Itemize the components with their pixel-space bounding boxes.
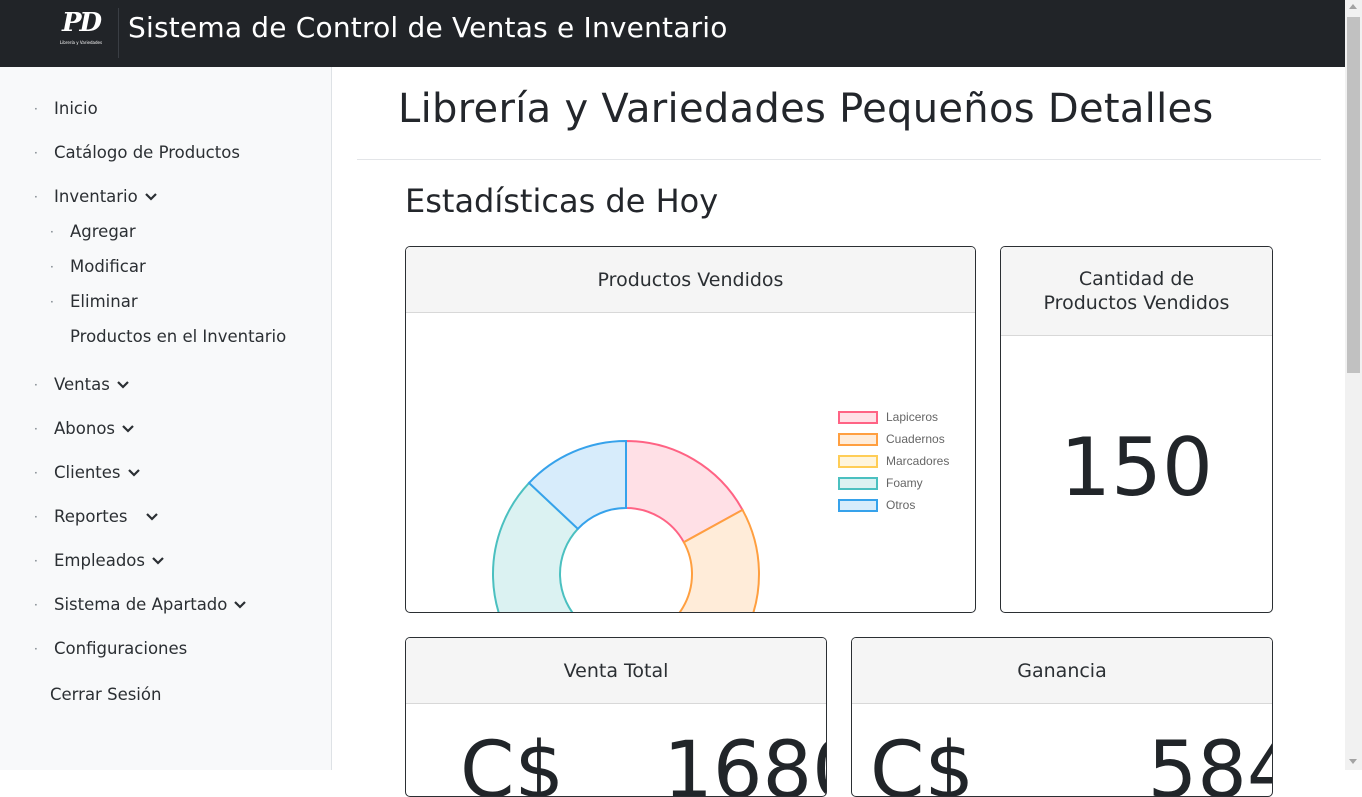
bullet-icon: · <box>50 225 54 239</box>
sidebar-item-label: Abonos <box>54 419 116 438</box>
card-header: Cantidad de Productos Vendidos <box>1001 247 1272 336</box>
legend-swatch <box>838 498 878 512</box>
chevron-down-icon <box>144 192 158 202</box>
sidebar: · Inicio · Catálogo de Productos · Inven… <box>0 67 332 770</box>
sidebar-item-label: Configuraciones <box>54 639 188 658</box>
card-header: Ganancia <box>852 638 1272 704</box>
legend-item-lapiceros[interactable]: Lapiceros <box>838 410 938 424</box>
legend-item-otros[interactable]: Otros <box>838 498 915 512</box>
bullet-icon: · <box>34 642 38 656</box>
bullet-icon: · <box>34 554 38 568</box>
sidebar-item-label: Catálogo de Productos <box>54 143 240 162</box>
profit-card: Ganancia C$ 584 <box>851 637 1273 797</box>
sidebar-subitem-eliminar[interactable]: · Eliminar <box>50 290 138 314</box>
legend-label: Otros <box>886 498 916 512</box>
bullet-icon: · <box>34 146 38 160</box>
sidebar-item-label: Reportes <box>54 507 128 526</box>
scroll-up-arrow-icon[interactable] <box>1349 4 1357 9</box>
bullet-icon: · <box>34 466 38 480</box>
legend-label: Foamy <box>886 476 923 490</box>
sidebar-subitem-modificar[interactable]: · Modificar <box>50 255 146 279</box>
bullet-icon: · <box>50 295 54 309</box>
card-header: Venta Total <box>406 638 826 704</box>
brand-logo[interactable]: PD Librería y Variedades <box>52 6 110 54</box>
quantity-card: Cantidad de Productos Vendidos 150 <box>1000 246 1273 613</box>
card-title: Ganancia <box>1017 659 1107 682</box>
legend-item-foamy[interactable]: Foamy <box>838 476 923 490</box>
legend-item-cuadernos[interactable]: Cuadernos <box>838 432 945 446</box>
chevron-down-icon <box>145 512 159 522</box>
quantity-value: 150 <box>1060 421 1213 514</box>
bullet-icon: · <box>50 260 54 274</box>
legend-swatch <box>838 410 878 424</box>
chevron-down-icon <box>151 556 165 566</box>
sidebar-item-label: Empleados <box>54 551 145 570</box>
sidebar-item-empleados[interactable]: · Empleados <box>34 549 165 573</box>
legend-swatch <box>838 432 878 446</box>
bullet-icon: · <box>34 598 38 612</box>
scroll-down-arrow-icon[interactable] <box>1349 759 1357 764</box>
sidebar-item-label: Agregar <box>70 222 136 241</box>
legend-swatch <box>838 454 878 468</box>
scroll-thumb[interactable] <box>1347 17 1360 373</box>
sidebar-subitem-agregar[interactable]: · Agregar <box>50 220 136 244</box>
chevron-down-icon <box>116 380 130 390</box>
logo-subtitle: Librería y Variedades <box>59 40 103 45</box>
title-divider <box>357 159 1321 160</box>
card-title-line2: Productos Vendidos <box>1043 292 1230 314</box>
bullet-icon: · <box>34 378 38 392</box>
card-title: Productos Vendidos <box>597 268 784 291</box>
chevron-down-icon <box>121 424 135 434</box>
sidebar-item-catalogo[interactable]: · Catálogo de Productos <box>34 141 240 165</box>
sidebar-item-label: Inicio <box>54 99 98 118</box>
sidebar-item-label: Inventario <box>54 187 138 206</box>
card-header: Productos Vendidos <box>406 247 975 313</box>
header-divider <box>118 8 119 58</box>
bullet-icon: · <box>34 510 38 524</box>
profit-value: C$ 584 <box>870 726 1273 797</box>
sidebar-item-reportes[interactable]: · Reportes <box>34 505 159 529</box>
sidebar-item-label: Modificar <box>70 257 146 276</box>
sidebar-item-label: Ventas <box>54 375 110 394</box>
bullet-icon: · <box>34 422 38 436</box>
sidebar-item-sistema-apartado[interactable]: · Sistema de Apartado <box>34 593 247 617</box>
legend-label: Cuadernos <box>886 432 945 446</box>
sidebar-item-clientes[interactable]: · Clientes <box>34 461 141 485</box>
sidebar-item-label: Cerrar Sesión <box>50 685 162 704</box>
sidebar-item-cerrar-sesion[interactable]: Cerrar Sesión <box>50 683 161 707</box>
sidebar-item-label: Productos en el Inventario <box>70 327 287 346</box>
sidebar-item-label: Eliminar <box>70 292 138 311</box>
sidebar-item-label: Clientes <box>54 463 121 482</box>
logo-mark: PD <box>61 8 102 38</box>
main-content: Librería y Variedades Pequeños Detalles … <box>333 67 1345 797</box>
vertical-scrollbar[interactable] <box>1345 0 1362 770</box>
total-sale-value: C$ 1680 <box>460 726 827 797</box>
legend-swatch <box>838 476 878 490</box>
legend-item-marcadores[interactable]: Marcadores <box>838 454 949 468</box>
bullet-icon: · <box>34 102 38 116</box>
top-navbar: PD Librería y Variedades Sistema de Cont… <box>0 0 1345 67</box>
chevron-down-icon <box>233 600 247 610</box>
sold-products-card: Productos Vendidos Lapiceros Cuadernos Mar… <box>405 246 976 613</box>
app-title: Sistema de Control de Ventas e Inventari… <box>128 11 728 44</box>
sidebar-item-inicio[interactable]: · Inicio <box>34 97 98 121</box>
section-title: Estadísticas de Hoy <box>405 182 719 220</box>
card-title: Venta Total <box>563 659 669 682</box>
sidebar-item-label: Sistema de Apartado <box>54 595 228 614</box>
bullet-icon: · <box>34 190 38 204</box>
sidebar-item-ventas[interactable]: · Ventas <box>34 373 130 397</box>
legend-label: Lapiceros <box>886 410 939 424</box>
chevron-down-icon <box>127 468 141 478</box>
card-title-line1: Cantidad de <box>1078 268 1195 290</box>
sidebar-subitem-productos-inventario[interactable]: Productos en el Inventario <box>50 325 286 349</box>
sidebar-item-abonos[interactable]: · Abonos <box>34 417 135 441</box>
legend-label: Marcadores <box>886 454 950 468</box>
sidebar-item-configuraciones[interactable]: · Configuraciones <box>34 637 187 661</box>
total-sale-card: Venta Total C$ 1680 <box>405 637 827 797</box>
page-title: Librería y Variedades Pequeños Detalles <box>398 86 1214 132</box>
sidebar-item-inventario[interactable]: · Inventario <box>34 185 158 209</box>
